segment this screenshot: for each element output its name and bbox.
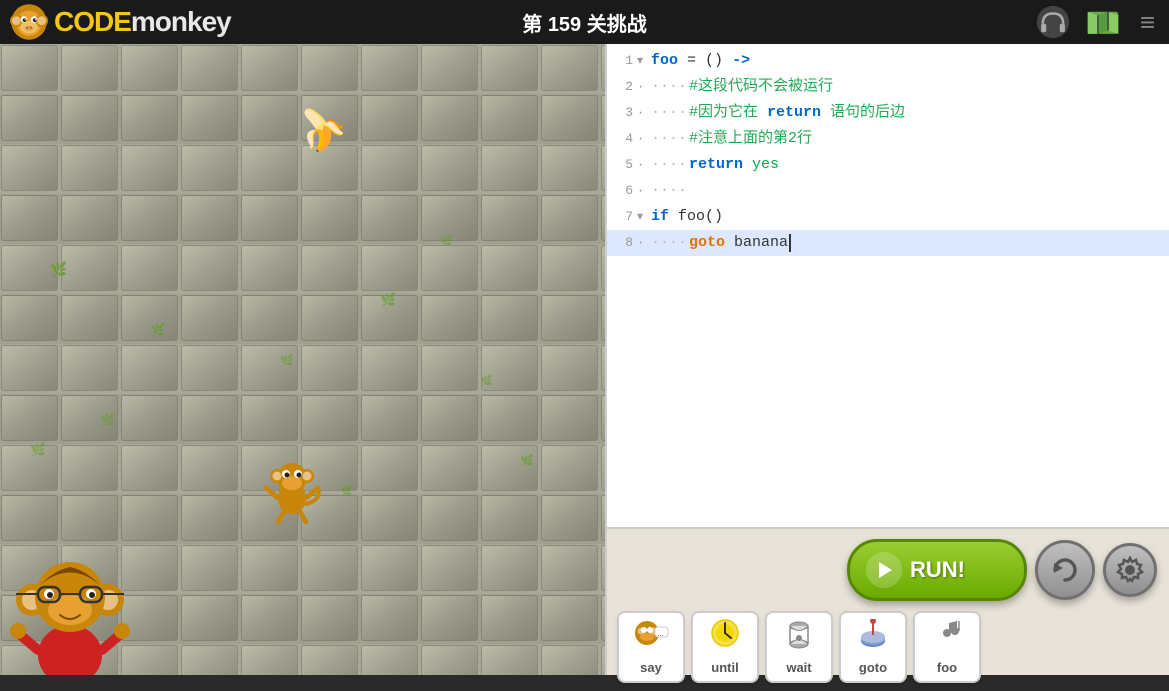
small-monkey-character	[260, 450, 330, 520]
code-line-2: 2 · ···· #这段代码不会被运行	[607, 74, 1169, 100]
block-say[interactable]: ... say	[617, 611, 685, 683]
say-icon: ...	[633, 619, 669, 658]
goto-icon	[855, 619, 891, 658]
until-icon	[707, 619, 743, 658]
svg-text:🌿: 🌿	[520, 454, 534, 467]
svg-text:🌿: 🌿	[30, 442, 46, 457]
run-button[interactable]: RUN!	[847, 539, 1027, 601]
code-line-3: 3 · ···· #因为它在 return 语句的后边	[607, 100, 1169, 126]
challenge-title: 第 159 关挑战	[522, 8, 646, 37]
main-monkey-character	[10, 545, 120, 675]
foo-icon	[929, 619, 965, 658]
main-area: 🌿 🌿 🌿 🌿 🌿 🌿 🌿 🌿 🌿 🌿 🍌	[0, 44, 1169, 675]
blocks-area: ... say until	[607, 607, 1169, 691]
topbar: CODEmonkey 第 159 关挑战 ≡	[0, 0, 1169, 44]
code-line-6: 6 · ····	[607, 178, 1169, 204]
logo-text: CODEmonkey	[54, 6, 231, 38]
play-icon	[866, 552, 902, 588]
block-foo-label: foo	[937, 660, 957, 675]
block-wait[interactable]: wait	[765, 611, 833, 683]
code-line-1: 1 ▾ foo = () ->	[607, 48, 1169, 74]
svg-text:🌿: 🌿	[380, 292, 396, 307]
block-wait-label: wait	[786, 660, 811, 675]
code-line-7: 7 ▾ if foo()	[607, 204, 1169, 230]
svg-text:🌿: 🌿	[440, 234, 452, 247]
game-panel: 🌿 🌿 🌿 🌿 🌿 🌿 🌿 🌿 🌿 🌿 🍌	[0, 44, 605, 675]
cursor-caret	[789, 234, 791, 252]
svg-text:🌿: 🌿	[480, 374, 492, 387]
svg-text:🌿: 🌿	[280, 354, 294, 367]
svg-text:🌿: 🌿	[340, 484, 352, 497]
svg-text:🌿: 🌿	[150, 323, 165, 337]
svg-text:🌿: 🌿	[50, 261, 67, 278]
topbar-right: ≡	[1036, 5, 1159, 39]
wait-icon	[781, 619, 817, 658]
block-until[interactable]: until	[691, 611, 759, 683]
block-until-label: until	[711, 660, 738, 675]
logo-icon	[10, 3, 48, 41]
block-goto-label: goto	[859, 660, 887, 675]
code-line-5: 5 · ···· return yes	[607, 152, 1169, 178]
code-editor[interactable]: 1 ▾ foo = () -> 2 · ···· #这段代码不会被运行 3 · …	[607, 44, 1169, 527]
game-canvas: 🌿 🌿 🌿 🌿 🌿 🌿 🌿 🌿 🌿 🌿 🍌	[0, 44, 605, 675]
code-line-8[interactable]: 8 · ···· goto banana	[607, 230, 1169, 256]
code-line-4: 4 · ···· #注意上面的第2行	[607, 126, 1169, 152]
headphone-button[interactable]	[1036, 5, 1070, 39]
svg-text:...: ...	[657, 629, 664, 638]
block-goto[interactable]: goto	[839, 611, 907, 683]
reset-button[interactable]	[1035, 540, 1095, 600]
menu-button[interactable]: ≡	[1136, 7, 1159, 38]
run-label: RUN!	[910, 557, 965, 583]
svg-text:🌿: 🌿	[100, 413, 115, 427]
bottom-panel: RUN!	[607, 527, 1169, 675]
run-area: RUN!	[607, 529, 1169, 607]
block-foo[interactable]: foo	[913, 611, 981, 683]
map-button[interactable]	[1086, 5, 1120, 39]
settings-button[interactable]	[1103, 543, 1157, 597]
logo-area: CODEmonkey	[10, 3, 231, 41]
block-say-label: say	[640, 660, 662, 675]
code-panel: 1 ▾ foo = () -> 2 · ···· #这段代码不会被运行 3 · …	[605, 44, 1169, 675]
